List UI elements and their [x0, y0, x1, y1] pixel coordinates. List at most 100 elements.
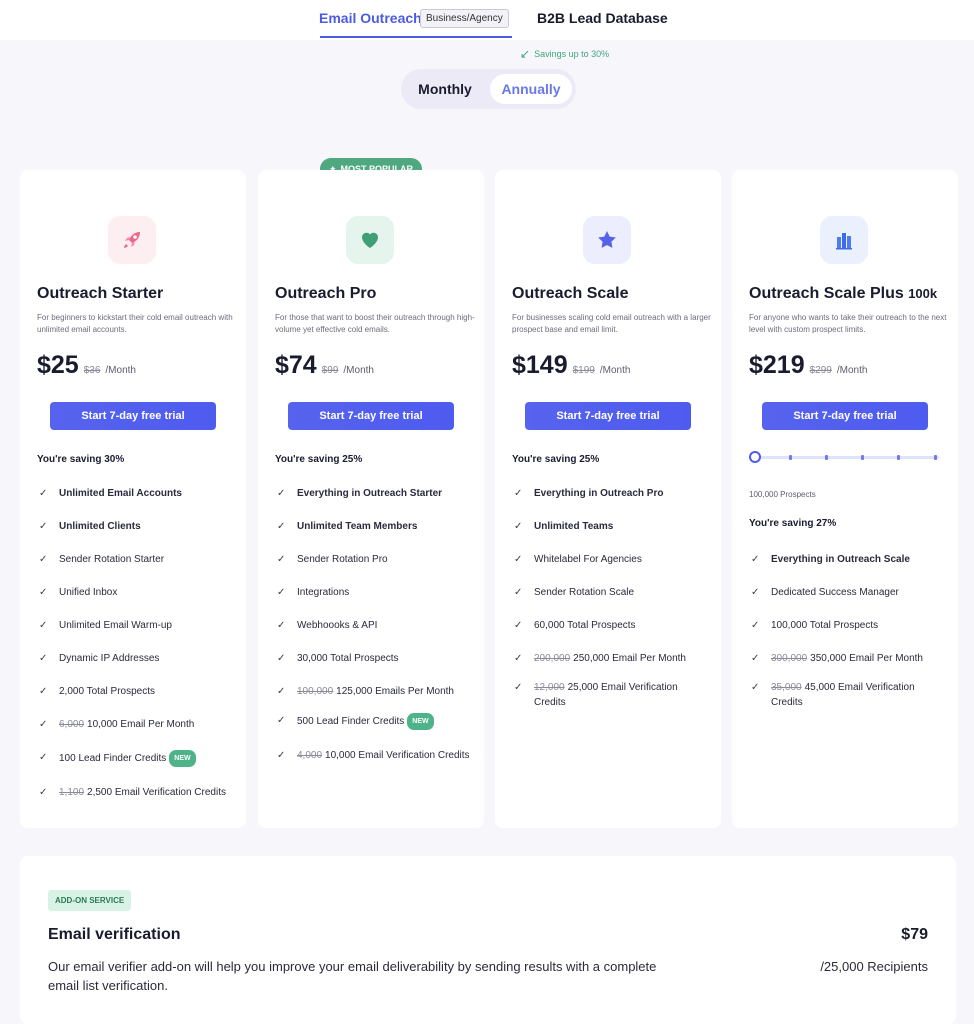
active-tab-underline — [320, 36, 512, 38]
check-icon: ✓ — [277, 521, 286, 532]
price-row: $219 $299 /Month — [749, 351, 867, 380]
new-badge: NEW — [169, 750, 196, 767]
plan-old-price: $199 — [572, 365, 595, 376]
price-row: $25 $36 /Month — [37, 351, 136, 380]
plan-old-price: $99 — [321, 365, 339, 376]
check-icon: ✓ — [514, 620, 523, 631]
feature-list: ✓ Unlimited Email Accounts ✓ Unlimited Cli… — [37, 486, 237, 818]
feature-list: ✓ Everything in Outreach Pro ✓ Unlimited T… — [512, 486, 712, 728]
saving-text: You're saving 25% — [512, 454, 600, 465]
toggle-annually[interactable]: Annually — [490, 74, 572, 104]
plan-card-outreach-scale: Outreach Scale For businesses scaling co… — [495, 170, 721, 828]
feature-item: ✓ Dedicated Success Manager — [751, 587, 899, 598]
feature-item: ✓ Unified Inbox — [39, 587, 118, 598]
feature-item: ✓ 200,000 250,000 Email Per Month — [514, 653, 686, 664]
check-icon: ✓ — [751, 554, 760, 565]
toggle-monthly[interactable]: Monthly — [401, 69, 489, 109]
tab-b2b-lead-database[interactable]: B2B Lead Database — [537, 10, 668, 26]
slider-tick — [934, 455, 937, 460]
start-trial-button[interactable]: Start 7-day free trial — [525, 402, 691, 430]
check-icon: ✓ — [39, 620, 48, 631]
plan-old-price: $299 — [809, 365, 832, 376]
feature-item: ✓ 35,000 45,000 Email Verification Credits — [751, 682, 915, 708]
addon-price: $79 — [901, 926, 928, 943]
feature-item: ✓ Everything in Outreach Pro — [514, 488, 664, 499]
check-icon: ✓ — [514, 587, 523, 598]
plan-period: /Month — [836, 365, 868, 376]
feature-item: ✓ Integrations — [277, 587, 350, 598]
feature-item: ✓ 60,000 Total Prospects — [514, 620, 636, 631]
check-icon: ✓ — [277, 554, 286, 565]
start-trial-button[interactable]: Start 7-day free trial — [50, 402, 216, 430]
addon-description: Our email verifier add-on will help you … — [48, 959, 657, 993]
slider-tick — [861, 455, 864, 460]
rocket-icon — [108, 216, 156, 264]
check-icon: ✓ — [751, 682, 760, 693]
feature-item: ✓ 2,000 Total Prospects — [39, 686, 155, 697]
plan-description: For those that want to boost their outre… — [275, 313, 475, 334]
feature-list: ✓ Everything in Outreach Scale ✓ Dedicated… — [749, 552, 949, 728]
prospects-value: 100,000 Prospects — [749, 490, 816, 499]
feature-item: ✓ 500 Lead Finder Credits NEW — [275, 713, 475, 730]
plan-card-outreach-scale-plus: Outreach Scale Plus 100k For anyone who … — [732, 170, 958, 828]
check-icon: ✓ — [751, 587, 760, 598]
plan-period: /Month — [343, 365, 374, 376]
check-icon: ✓ — [514, 653, 523, 664]
plan-name: Outreach Scale — [512, 285, 629, 302]
plan-card-outreach-starter: Outreach Starter For beginners to kickst… — [20, 170, 246, 828]
plan-name: Outreach Starter — [37, 285, 164, 302]
plan-card-outreach-pro: Outreach Pro For those that want to boos… — [258, 170, 484, 828]
check-icon: ✓ — [39, 686, 48, 697]
check-icon: ✓ — [277, 750, 286, 761]
feature-item: ✓ Unlimited Team Members — [277, 521, 418, 532]
heart-icon — [346, 216, 394, 264]
check-icon: ✓ — [39, 719, 48, 730]
addon-unit: /25,000 Recipients — [820, 959, 928, 974]
plan-price: $219 — [749, 351, 805, 379]
plan-name: Outreach Pro — [275, 285, 377, 302]
start-trial-button[interactable]: Start 7-day free trial — [762, 402, 928, 430]
feature-item: ✓ 4,000 10,000 Email Verification Credits — [277, 750, 470, 761]
feature-item: ✓ 12,000 25,000 Email Verification Credits — [514, 682, 678, 708]
feature-list: ✓ Everything in Outreach Starter ✓ Unlimit… — [275, 486, 475, 781]
plan-description: For businesses scaling cold email outrea… — [512, 313, 711, 334]
check-icon: ✓ — [39, 587, 48, 598]
plan-period: /Month — [599, 365, 631, 376]
saving-text: You're saving 25% — [275, 454, 363, 465]
slider-handle[interactable] — [749, 451, 761, 463]
feature-item: ✓ 100,000 125,000 Emails Per Month — [277, 686, 454, 697]
start-trial-button[interactable]: Start 7-day free trial — [288, 402, 454, 430]
saving-text: You're saving 30% — [37, 454, 125, 465]
feature-item: ✓ Sender Rotation Scale — [514, 587, 635, 598]
plan-price: $25 — [37, 351, 79, 379]
feature-item: ✓ Dynamic IP Addresses — [39, 653, 160, 664]
feature-item: ✓ Unlimited Teams — [514, 521, 614, 532]
price-row: $149 $199 /Month — [512, 351, 630, 380]
feature-item: ✓ 1,100 2,500 Email Verification Credits — [39, 787, 226, 798]
addon-email-verification: ADD-ON SERVICE Email verification Our em… — [20, 856, 956, 1024]
feature-item: ✓ Unlimited Email Accounts — [39, 488, 182, 499]
price-row: $74 $99 /Month — [275, 351, 374, 380]
plan-price: $149 — [512, 351, 568, 379]
check-icon: ✓ — [514, 682, 523, 693]
prospects-slider[interactable] — [749, 450, 939, 464]
check-icon: ✓ — [39, 554, 48, 565]
feature-item: ✓ Everything in Outreach Scale — [751, 554, 910, 565]
feature-item: ✓ Unlimited Email Warm-up — [39, 620, 172, 631]
feature-item: ✓ 100 Lead Finder Credits NEW — [37, 750, 237, 767]
check-icon: ✓ — [514, 554, 523, 565]
check-icon: ✓ — [39, 653, 48, 664]
slider-track[interactable] — [753, 456, 939, 459]
building-icon — [820, 216, 868, 264]
check-icon: ✓ — [39, 752, 48, 763]
check-icon: ✓ — [277, 653, 286, 664]
tab-email-outreach[interactable]: Email Outreach — [319, 10, 422, 26]
check-icon: ✓ — [277, 620, 286, 631]
slider-tick — [789, 455, 792, 460]
plan-old-price: $36 — [83, 365, 101, 376]
slider-tick — [897, 455, 900, 460]
check-icon: ✓ — [751, 653, 760, 664]
feature-item: ✓ Webhoooks & API — [277, 620, 378, 631]
feature-item: ✓ 30,000 Total Prospects — [277, 653, 399, 664]
check-icon: ✓ — [277, 686, 286, 697]
